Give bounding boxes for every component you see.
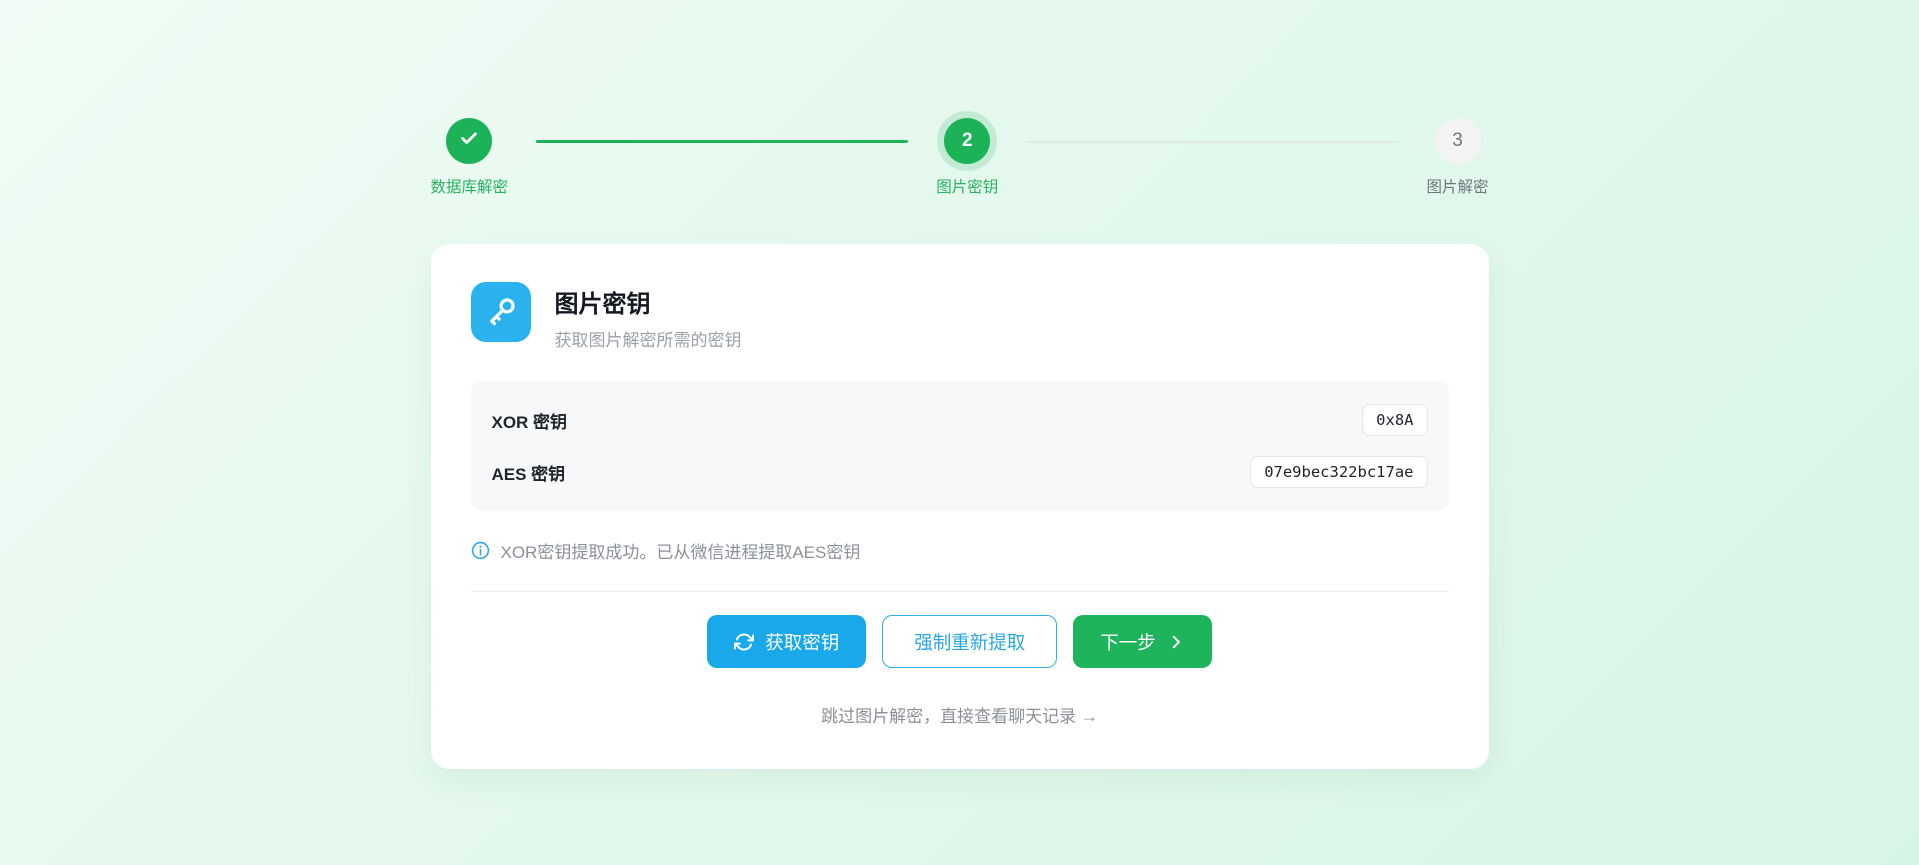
step-3-circle[interactable]: 3 (1435, 118, 1481, 164)
keys-panel: XOR 密钥 0x8A AES 密钥 07e9bec322bc17ae (471, 381, 1449, 511)
stepper-connector-done (536, 140, 908, 143)
xor-key-row: XOR 密钥 0x8A (492, 394, 1428, 446)
force-reextract-button-label: 强制重新提取 (914, 629, 1025, 655)
check-icon (458, 127, 480, 155)
refresh-icon (734, 632, 754, 652)
page-title: 图片密钥 (555, 284, 742, 319)
xor-key-value: 0x8A (1362, 404, 1427, 436)
card-header: 图片密钥 获取图片解密所需的密钥 (471, 282, 1449, 351)
stepper-connector-todo (1026, 141, 1398, 143)
status-message: XOR密钥提取成功。已从微信进程提取AES密钥 (501, 538, 861, 563)
key-icon (471, 282, 531, 342)
xor-key-label: XOR 密钥 (492, 408, 568, 433)
status-message-row: XOR密钥提取成功。已从微信进程提取AES密钥 (471, 538, 1449, 563)
step-2-circle[interactable]: 2 (944, 118, 990, 164)
fetch-key-button-label: 获取密钥 (765, 629, 839, 655)
stepper-step-database-decrypt[interactable]: 数据库解密 (431, 118, 509, 198)
wizard-stepper: 数据库解密 2 图片密钥 3 图片解密 (431, 118, 1489, 198)
step-2-label: 图片密钥 (936, 178, 998, 198)
step-1-label: 数据库解密 (431, 178, 509, 198)
force-reextract-button[interactable]: 强制重新提取 (882, 615, 1057, 668)
aes-key-label: AES 密钥 (492, 460, 566, 485)
step-2-number: 2 (962, 130, 973, 152)
actions-row: 获取密钥 强制重新提取 下一步 (471, 615, 1449, 668)
aes-key-value: 07e9bec322bc17ae (1250, 456, 1427, 488)
skip-image-decrypt-link[interactable]: 跳过图片解密，直接查看聊天记录 → (821, 707, 1098, 726)
step-1-circle[interactable] (446, 118, 492, 164)
skip-row: 跳过图片解密，直接查看聊天记录 → (471, 702, 1449, 727)
stepper-step-image-key[interactable]: 2 图片密钥 (936, 118, 998, 198)
image-key-card: 图片密钥 获取图片解密所需的密钥 XOR 密钥 0x8A AES 密钥 07e9… (431, 244, 1489, 769)
aes-key-row: AES 密钥 07e9bec322bc17ae (492, 446, 1428, 498)
divider (471, 591, 1449, 592)
fetch-key-button[interactable]: 获取密钥 (707, 615, 866, 668)
card-header-text: 图片密钥 获取图片解密所需的密钥 (555, 282, 742, 351)
step-3-label: 图片解密 (1427, 178, 1489, 198)
page-content: 数据库解密 2 图片密钥 3 图片解密 (431, 0, 1489, 769)
chevron-right-icon (1167, 633, 1185, 651)
step-3-number: 3 (1452, 130, 1463, 152)
next-step-button-label: 下一步 (1100, 629, 1156, 655)
stepper-step-image-decrypt[interactable]: 3 图片解密 (1427, 118, 1489, 198)
page-subtitle: 获取图片解密所需的密钥 (555, 326, 742, 351)
info-icon (471, 541, 490, 560)
next-step-button[interactable]: 下一步 (1073, 615, 1212, 668)
